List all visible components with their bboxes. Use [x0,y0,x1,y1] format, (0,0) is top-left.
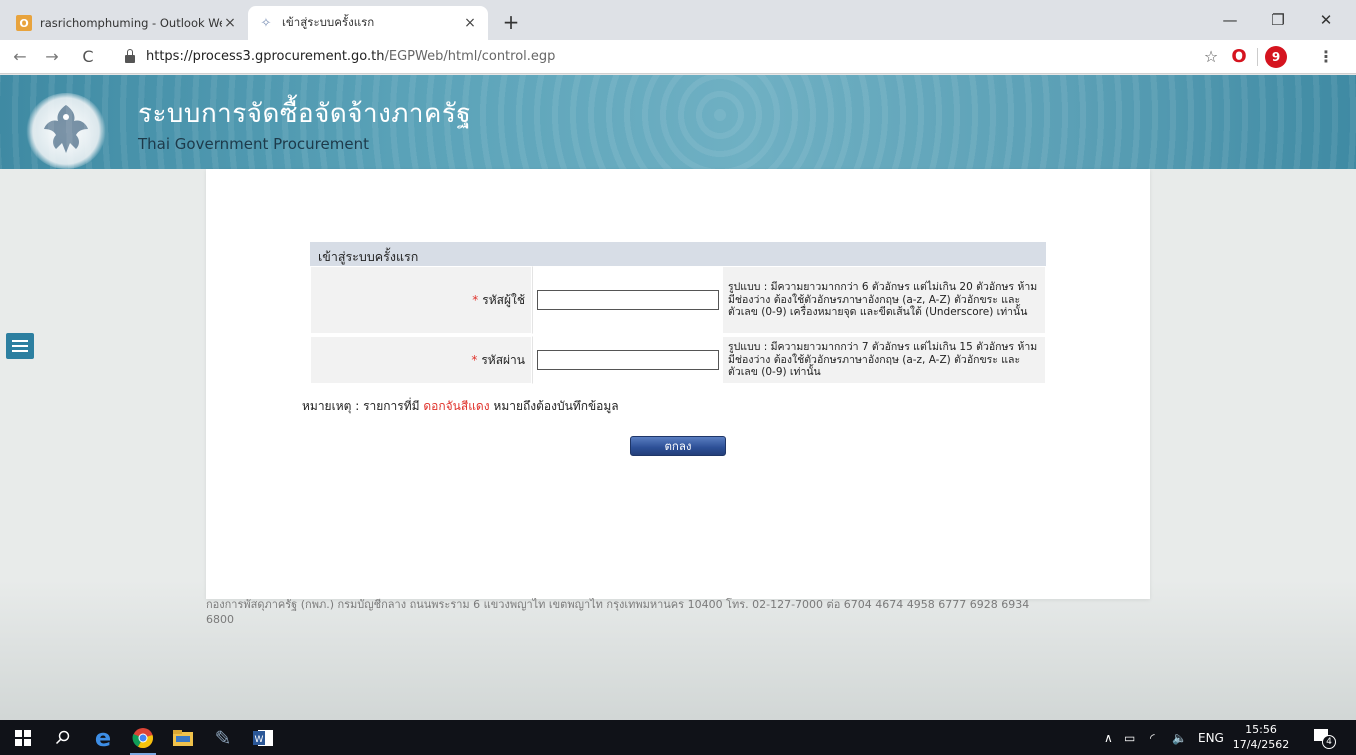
content-panel: เข้าสู่ระบบครั้งแรก * รหัสผู้ใช้ รูปแบบ … [206,169,1150,599]
profile-avatar[interactable]: 9 [1265,46,1287,68]
submit-button[interactable]: ตกลง [630,436,726,456]
svg-text:W: W [255,735,264,745]
url-path: /EGPWeb/html/control.egp [384,49,556,64]
opera-extension-icon[interactable]: O [1228,46,1250,68]
windows-start-icon[interactable] [10,725,36,751]
password-hint: รูปแบบ : มีความยาวมากกว่า 7 ตัวอักษร แต่… [722,336,1046,384]
site-subtitle: Thai Government Procurement [138,135,369,153]
tray-show-hidden-icon[interactable]: ∧ [1104,720,1113,755]
notification-count: 4 [1322,735,1336,749]
government-seal-logo [26,93,106,169]
browser-tab-bar: O rasrichomphuming - Outlook We × ✧ เข้า… [0,0,1356,40]
close-icon[interactable]: × [462,15,478,31]
volume-muted-icon[interactable]: 🔈 [1172,720,1187,755]
edge-browser-icon[interactable]: e [90,724,116,752]
minimize-icon[interactable]: — [1210,8,1250,32]
word-app-icon[interactable]: W [250,725,276,751]
tab-egp-first-login[interactable]: ✧ เข้าสู่ระบบครั้งแรก × [248,6,488,40]
password-row: * รหัสผ่าน รูปแบบ : มีความยาวมากกว่า 7 ต… [310,336,1046,384]
egp-icon: ✧ [260,15,272,31]
username-label: * รหัสผู้ใช้ [310,266,532,334]
page-viewport: ระบบการจัดซื้อจัดจ้างภาครัฐ Thai Governm… [0,75,1356,720]
clock-date: 17/4/2562 [1232,738,1290,751]
windows-taskbar: e ✎ W ∧ ▭ ◜ 🔈 ENG 15:56 17/4/2562 4 [0,720,1356,755]
search-icon[interactable] [50,725,76,751]
close-icon[interactable]: × [222,15,238,31]
required-asterisk: * [471,353,478,367]
username-label-text: รหัสผู้ใช้ [482,292,525,307]
paint-app-icon[interactable]: ✎ [210,725,236,751]
site-banner: ระบบการจัดซื้อจัดจ้างภาครัฐ Thai Governm… [0,75,1356,169]
username-hint: รูปแบบ : มีความยาวมากกว่า 6 ตัวอักษร แต่… [722,266,1046,334]
file-explorer-icon[interactable] [170,725,196,751]
username-input[interactable] [537,290,719,310]
username-input-cell [532,266,722,334]
page-footer: กองการพัสดุภาครัฐ (กพภ.) กรมบัญชีกลาง ถน… [206,598,1030,626]
wifi-icon[interactable]: ◜ [1150,720,1155,755]
reload-icon[interactable]: C [76,46,100,68]
battery-icon[interactable]: ▭ [1124,720,1135,755]
system-clock[interactable]: 15:56 17/4/2562 [1232,722,1290,752]
chrome-browser-icon[interactable] [130,725,156,755]
action-center-icon[interactable]: 4 [1312,727,1336,749]
garuda-emblem-icon [44,105,88,153]
tab-title: rasrichomphuming - Outlook We [40,16,222,30]
forward-icon[interactable]: → [40,46,64,68]
outlook-icon: O [16,15,32,31]
restore-icon[interactable]: ❐ [1258,8,1298,32]
hamburger-menu-button[interactable] [6,333,34,359]
window-close-icon[interactable]: ✕ [1306,8,1346,32]
url-host: https://process3.gprocurement.go.th [146,49,385,64]
url-field[interactable]: https://process3.gprocurement.go.th/EGPW… [146,49,555,64]
site-title: ระบบการจัดซื้อจัดจ้างภาครัฐ [138,99,472,129]
note-suffix: หมายถึงต้องบันทึกข้อมูล [489,399,619,413]
required-note: หมายเหตุ : รายการที่มี ดอกจันสีแดง หมายถ… [302,397,619,416]
address-bar: ← → C https://process3.gprocurement.go.t… [0,40,1356,74]
password-input[interactable] [537,350,719,370]
toolbar-divider [1257,48,1258,66]
clock-time: 15:56 [1245,723,1277,736]
tab-outlook[interactable]: O rasrichomphuming - Outlook We × [6,6,248,40]
back-icon[interactable]: ← [8,46,32,68]
password-label: * รหัสผ่าน [310,336,532,384]
language-indicator[interactable]: ENG [1198,720,1224,755]
required-asterisk: * [472,293,479,307]
more-menu-icon[interactable]: ⋮ [1318,46,1334,68]
lock-icon[interactable] [125,49,135,63]
new-tab-button[interactable]: + [498,10,524,36]
note-prefix: หมายเหตุ : รายการที่มี [302,399,424,413]
password-input-cell [532,336,722,384]
bookmark-star-icon[interactable]: ☆ [1200,46,1222,68]
username-row: * รหัสผู้ใช้ รูปแบบ : มีความยาวมากกว่า 6… [310,266,1046,334]
password-label-text: รหัสผ่าน [481,352,525,367]
tab-title: เข้าสู่ระบบครั้งแรก [282,15,375,29]
note-red-text: ดอกจันสีแดง [423,399,490,413]
form-heading: เข้าสู่ระบบครั้งแรก [310,242,1046,266]
